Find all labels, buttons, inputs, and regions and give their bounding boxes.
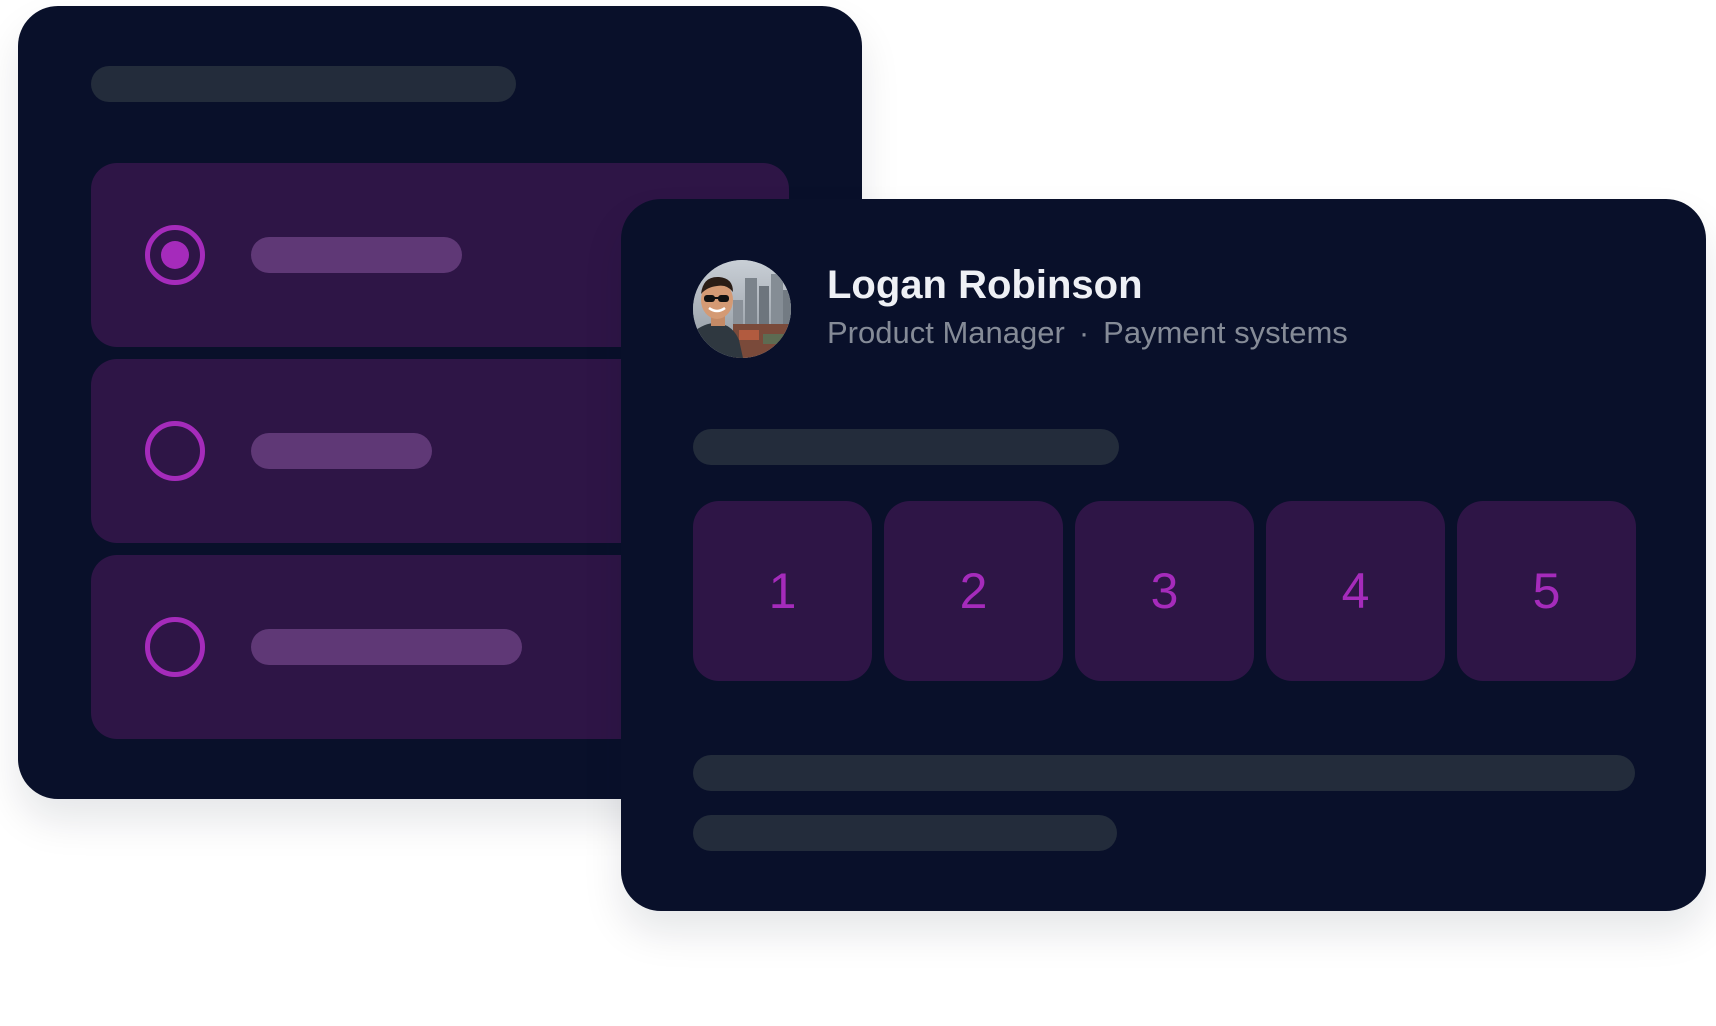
question-placeholder: [91, 66, 516, 102]
option-label-placeholder: [251, 629, 522, 665]
rating-question-placeholder: [693, 429, 1119, 465]
rating-option-2[interactable]: 2: [884, 501, 1063, 681]
rating-option-5[interactable]: 5: [1457, 501, 1636, 681]
rating-option-4[interactable]: 4: [1266, 501, 1445, 681]
profile-team: Payment systems: [1103, 315, 1348, 350]
text-line-placeholder: [693, 755, 1635, 791]
profile-rating-card: Logan Robinson Product Manager · Payment s…: [621, 199, 1706, 911]
option-label-placeholder: [251, 237, 462, 273]
radio-checked-icon[interactable]: [145, 225, 205, 285]
meta-separator: ·: [1078, 315, 1090, 350]
avatar: [693, 260, 791, 358]
text-line-placeholder: [693, 815, 1117, 851]
profile-role: Product Manager: [827, 315, 1065, 350]
profile-meta: Product Manager · Payment systems: [827, 313, 1348, 353]
avatar-photo-icon: [693, 260, 791, 358]
radio-unchecked-icon[interactable]: [145, 617, 205, 677]
radio-unchecked-icon[interactable]: [145, 421, 205, 481]
rating-option-1[interactable]: 1: [693, 501, 872, 681]
rating-scale: 1 2 3 4 5: [693, 501, 1636, 681]
option-label-placeholder: [251, 433, 432, 469]
rating-option-3[interactable]: 3: [1075, 501, 1254, 681]
profile-name: Logan Robinson: [827, 263, 1143, 307]
